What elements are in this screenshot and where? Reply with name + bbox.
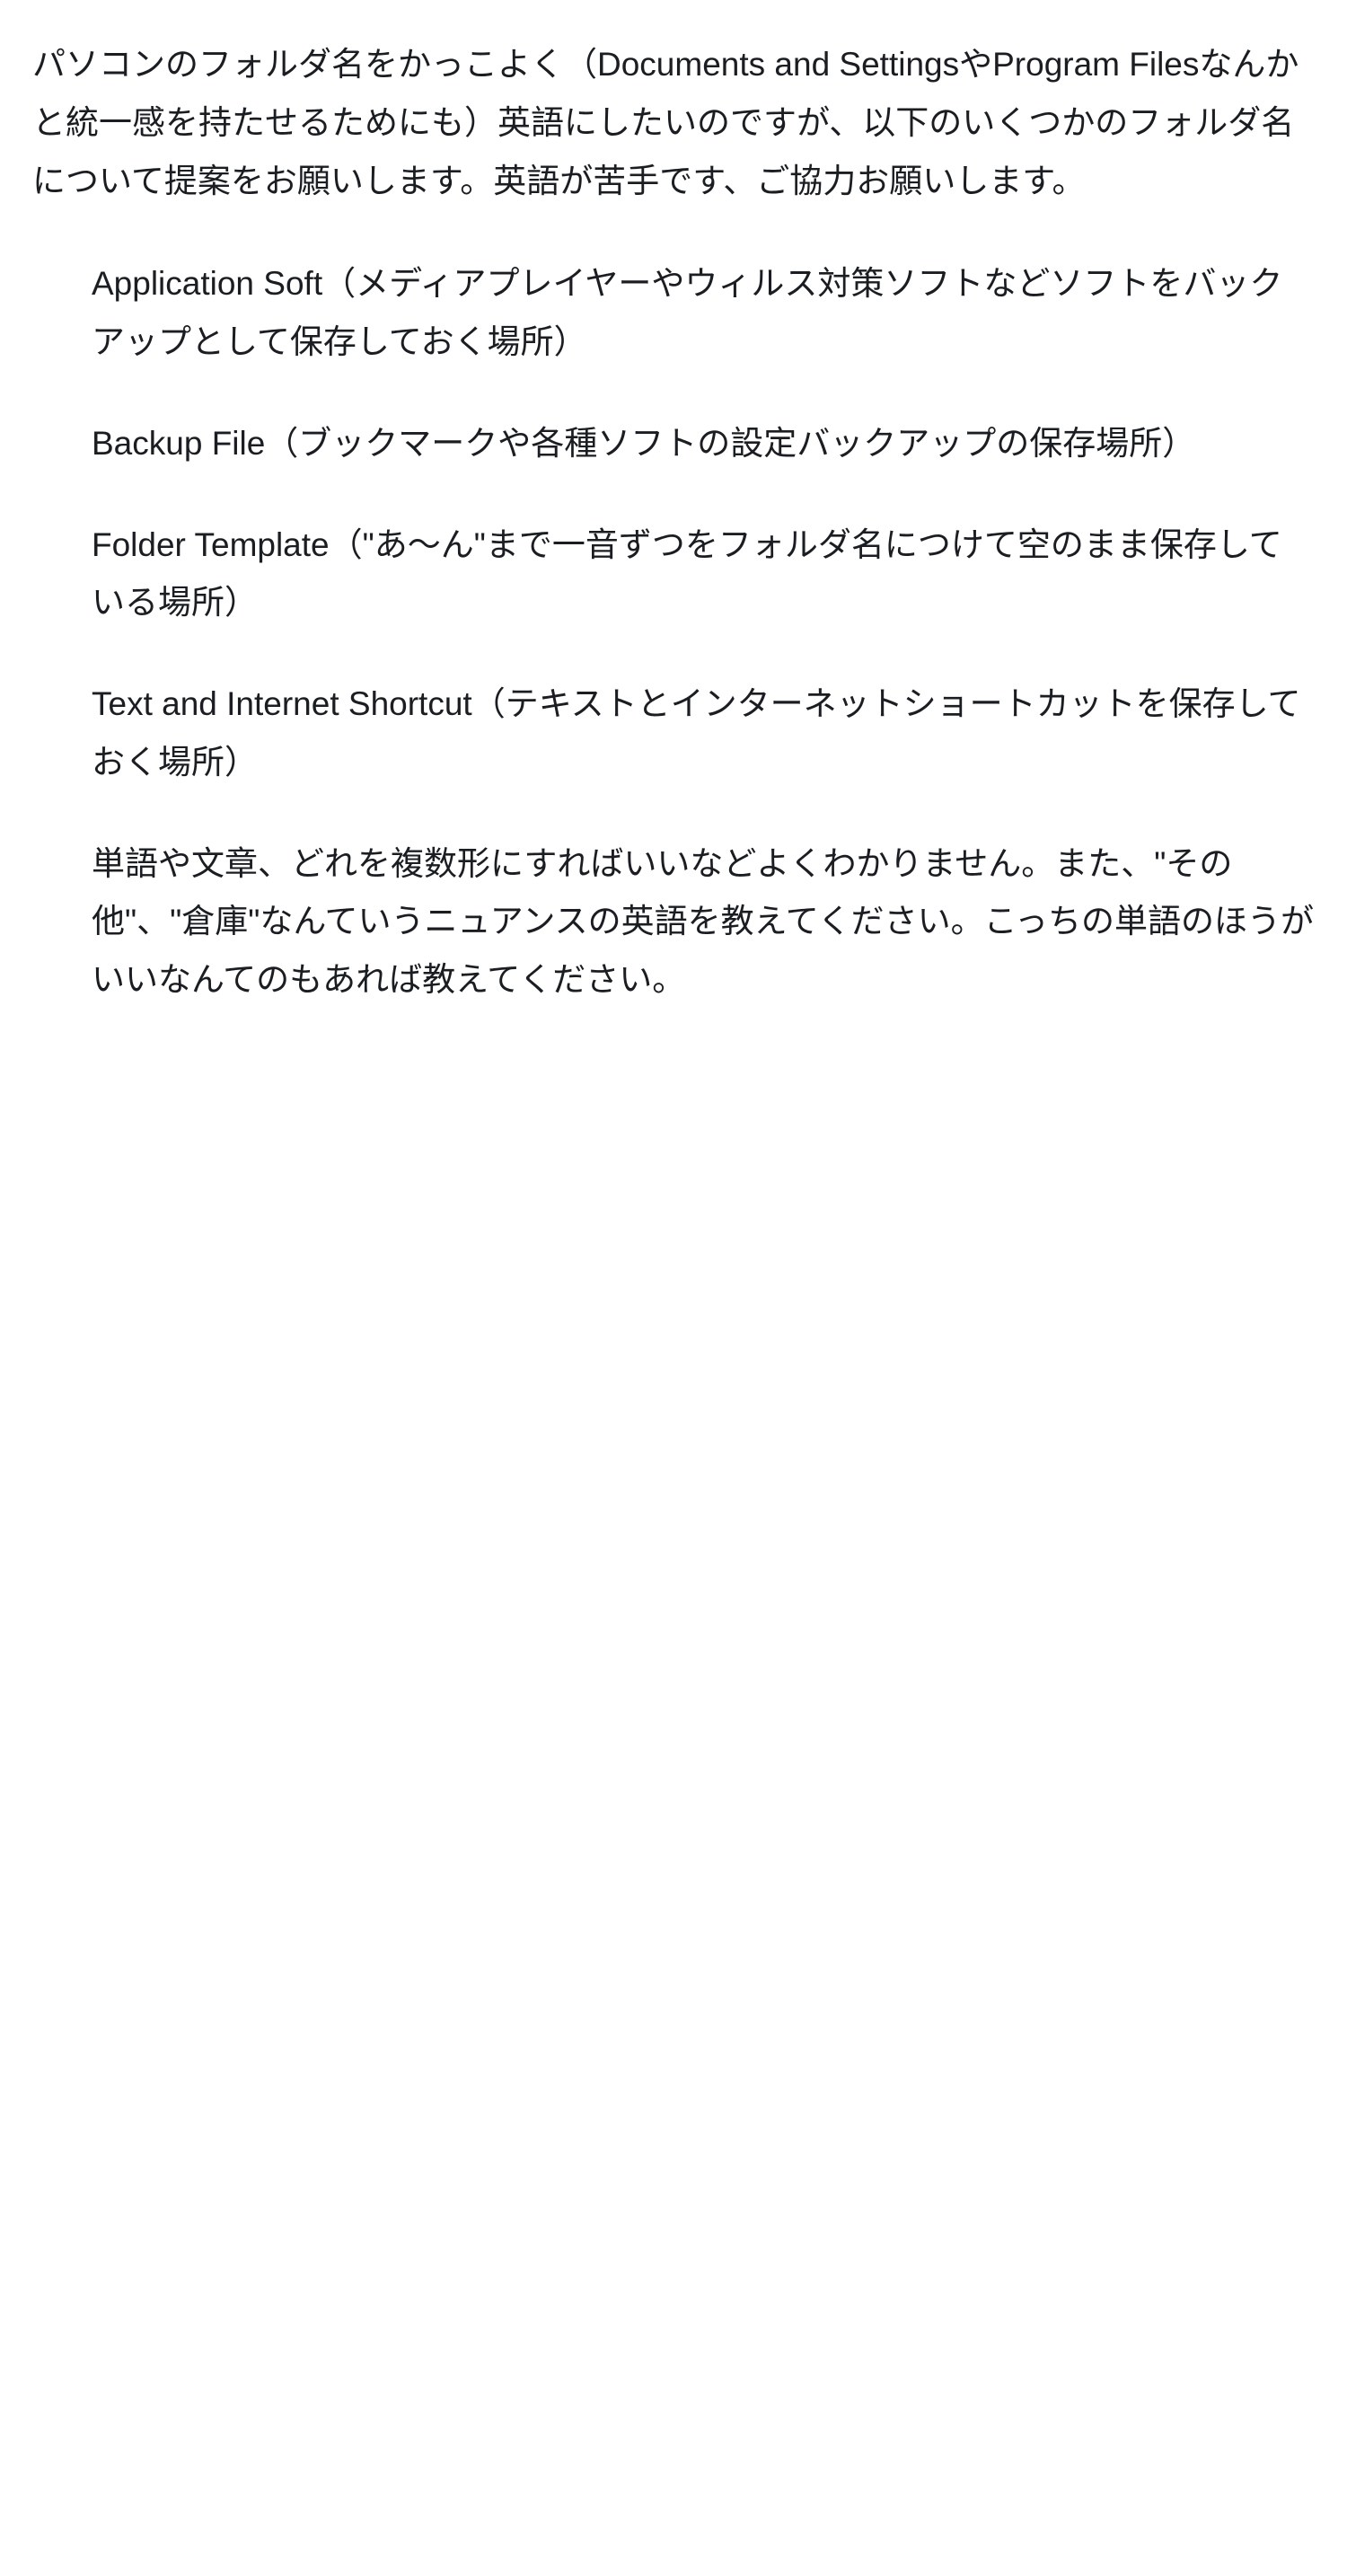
list-item: Text and Internet Shortcut（テキストとインターネットシ…	[32, 675, 1315, 792]
intro-paragraph: パソコンのフォルダ名をかっこよく（Documents and Settingsや…	[32, 36, 1315, 210]
list-item: Folder Template（"あ～ん"まで一音ずつをフォルダ名につけて空のま…	[32, 516, 1315, 633]
list-item: Backup File（ブックマークや各種ソフトの設定バックアップの保存場所）	[32, 415, 1315, 473]
closing-paragraph: 単語や文章、どれを複数形にすればいいなどよくわかりません。また、"その他"、"倉…	[32, 835, 1315, 1010]
list-item: Application Soft（メディアプレイヤーやウィルス対策ソフトなどソフ…	[32, 255, 1315, 372]
